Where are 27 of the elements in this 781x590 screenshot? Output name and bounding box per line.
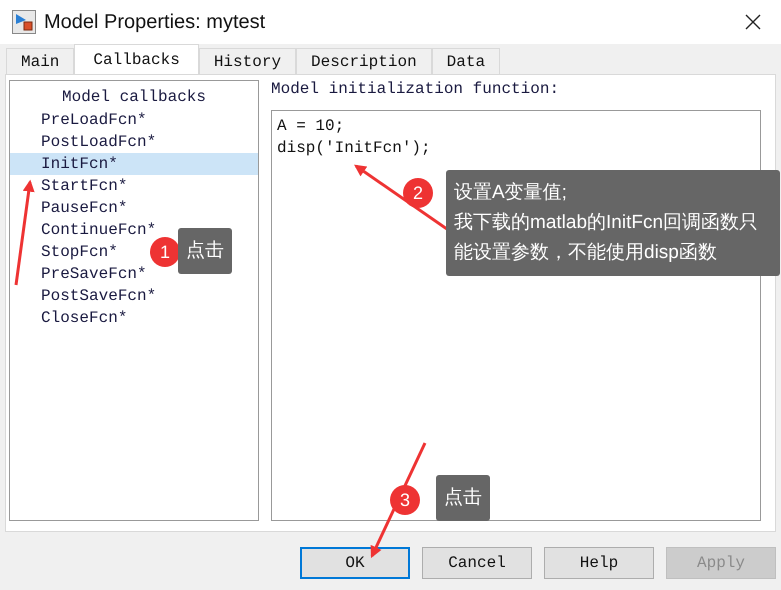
callback-item[interactable]: PostSaveFcn* [10,285,160,307]
callback-item[interactable]: PreSaveFcn* [10,263,151,285]
code-line: A = 10; [277,116,346,137]
window-title: Model Properties: mytest [44,10,266,34]
tab[interactable]: Callbacks [74,44,199,74]
tab[interactable]: Data [432,48,500,74]
callback-item[interactable]: StopFcn* [10,241,122,263]
close-icon[interactable] [745,14,761,30]
tab[interactable]: Main [6,48,74,74]
editor-label: Model initialization function: [271,80,560,100]
callback-item[interactable]: PauseFcn* [10,197,132,219]
callback-item[interactable]: StartFcn* [10,175,132,197]
dialog-button[interactable]: Cancel [422,547,532,579]
callout-note: 设置A变量值; 我下载的matlab的InitFcn回调函数只能设置参数，不能使用disp函数 [446,170,780,276]
app-icon [12,10,36,34]
callout-note: 点击 [178,228,232,274]
list-heading: Model callbacks [60,87,208,108]
callback-item[interactable]: CloseFcn* [10,307,132,329]
callback-item[interactable]: PreLoadFcn* [10,109,151,131]
dialog-button[interactable]: Help [544,547,654,579]
dialog-button[interactable]: OK [300,547,410,579]
tab[interactable]: Description [296,48,432,74]
callback-item[interactable]: InitFcn* [10,153,258,175]
tab[interactable]: History [198,48,296,74]
code-line: disp('InitFcn'); [277,138,432,159]
callout-note: 点击 [436,475,490,521]
callback-item[interactable]: PostLoadFcn* [10,131,160,153]
